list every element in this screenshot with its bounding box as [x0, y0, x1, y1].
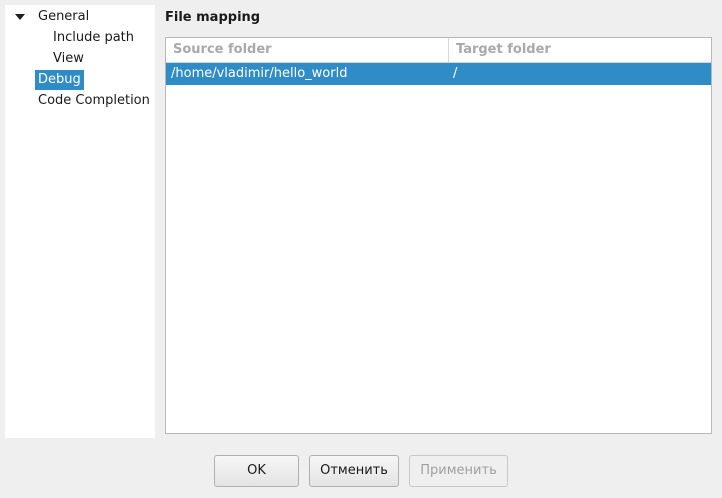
column-header-target[interactable]: Target folder — [449, 38, 711, 62]
tree-item-general[interactable]: General — [5, 7, 155, 27]
tree-item-label: View — [53, 51, 84, 66]
file-mapping-table[interactable]: Source folder Target folder /home/vladim… — [165, 37, 712, 434]
section-title: File mapping — [165, 10, 261, 25]
tree-item-label: Debug — [35, 70, 84, 90]
source-folder-cell[interactable]: /home/vladimir/hello_world — [171, 63, 347, 85]
table-row[interactable]: /home/vladimir/hello_world / — [166, 63, 711, 85]
tree-item-label: Include path — [53, 30, 135, 45]
target-folder-cell[interactable]: / — [453, 63, 457, 85]
tree-item-code-completion[interactable]: Code Completion — [5, 91, 155, 111]
cancel-button[interactable]: Отменить — [309, 455, 399, 487]
expand-arrow-icon[interactable] — [15, 14, 25, 20]
apply-button[interactable]: Применить — [409, 455, 508, 487]
settings-tree: General Include path View Debug Code Com… — [5, 5, 155, 438]
table-header: Source folder Target folder — [166, 38, 711, 63]
column-header-source[interactable]: Source folder — [166, 38, 449, 62]
tree-item-label: Code Completion — [38, 93, 150, 108]
ok-button[interactable]: OK — [214, 455, 299, 487]
tree-item-debug[interactable]: Debug — [5, 70, 155, 90]
tree-item-label: General — [38, 9, 90, 24]
tree-item-include-path[interactable]: Include path — [5, 28, 155, 48]
tree-item-view[interactable]: View — [5, 49, 155, 69]
